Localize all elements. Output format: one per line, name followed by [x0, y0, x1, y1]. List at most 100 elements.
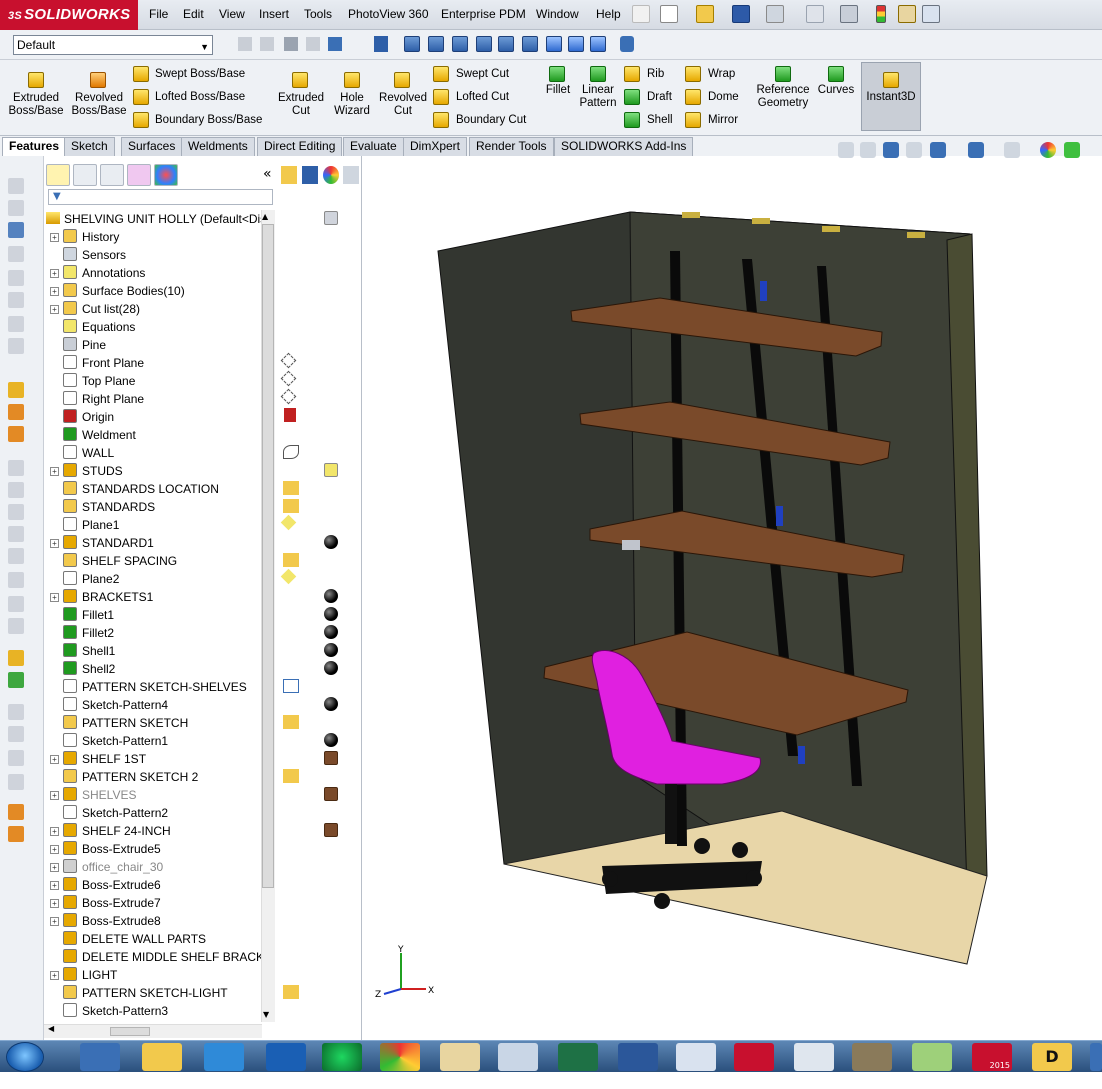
move-entities-icon[interactable]: [8, 572, 24, 588]
linear-pattern-button[interactable]: Linear Pattern: [578, 84, 618, 110]
axis-icon[interactable]: [328, 37, 342, 51]
expand-icon[interactable]: +: [50, 881, 59, 890]
tree-item[interactable]: Front Plane: [50, 354, 265, 372]
excel-icon[interactable]: [558, 1043, 598, 1071]
reference-geometry-button[interactable]: Reference Geometry: [752, 84, 814, 110]
menu-help[interactable]: Help: [596, 7, 621, 21]
swept-cut-button[interactable]: Swept Cut: [456, 68, 509, 81]
tree-item[interactable]: + Surface Bodies(10): [50, 282, 265, 300]
view-back-icon[interactable]: [428, 36, 444, 52]
tree-item[interactable]: + SHELF 24-INCH: [50, 822, 265, 840]
tab-sketch[interactable]: Sketch: [64, 137, 115, 156]
normal-to-icon[interactable]: [374, 36, 388, 52]
convert-entities-icon[interactable]: [8, 526, 24, 542]
expand-icon[interactable]: +: [50, 593, 59, 602]
rib-button[interactable]: Rib: [647, 68, 664, 81]
fillet1-appearance-marker[interactable]: [324, 607, 338, 621]
menu-tools[interactable]: Tools: [304, 7, 332, 21]
file-properties-icon[interactable]: [898, 5, 916, 23]
display-state-icon[interactable]: [302, 166, 318, 184]
display-pane-icon[interactable]: [238, 37, 252, 51]
shelf-1st-appearance-marker[interactable]: [324, 751, 338, 765]
tab-dimxpert[interactable]: DimXpert: [403, 137, 468, 156]
reference-icon[interactable]: [8, 726, 24, 742]
root-appearance-marker[interactable]: [324, 211, 338, 225]
appearance-column-icon[interactable]: [323, 166, 339, 184]
tree-item[interactable]: Sketch-Pattern4: [50, 696, 265, 714]
extruded-boss-button[interactable]: Extruded Boss/Base: [6, 92, 66, 118]
open-folder-icon[interactable]: [696, 5, 714, 23]
display-manager-tab-icon[interactable]: [154, 164, 178, 186]
fillet-button[interactable]: Fillet: [540, 84, 576, 97]
tree-item[interactable]: Sketch-Pattern2: [50, 804, 265, 822]
hole-wizard-button[interactable]: Hole Wizard: [328, 92, 376, 118]
wrap-button[interactable]: Wrap: [708, 68, 735, 81]
render-icon[interactable]: [8, 804, 24, 820]
print-icon[interactable]: [766, 5, 784, 23]
view-orientation-icon[interactable]: [8, 222, 24, 238]
expand-icon[interactable]: +: [50, 863, 59, 872]
grid-icon[interactable]: [306, 37, 320, 51]
tree-filter-input[interactable]: ▼: [48, 189, 273, 205]
menu-file[interactable]: File: [149, 7, 168, 21]
tree-item[interactable]: Equations: [50, 318, 265, 336]
extruded-cut-button[interactable]: Extruded Cut: [274, 92, 328, 118]
mirror-entities-icon[interactable]: [8, 504, 24, 520]
scene-icon[interactable]: [8, 826, 24, 842]
new-document-icon[interactable]: [660, 5, 678, 23]
expand-icon[interactable]: +: [50, 269, 59, 278]
paint-icon[interactable]: [440, 1043, 480, 1071]
section-view-icon[interactable]: [8, 426, 24, 442]
view-right-icon[interactable]: [476, 36, 492, 52]
tree-item[interactable]: Top Plane: [50, 372, 265, 390]
tree-hscroll-thumb[interactable]: [110, 1027, 150, 1036]
tree-item[interactable]: STANDARDS LOCATION: [50, 480, 265, 498]
sketch-pattern2-appearance-marker[interactable]: [324, 787, 338, 801]
select-arrow-icon[interactable]: [840, 5, 858, 23]
studs-appearance-marker[interactable]: [324, 463, 338, 477]
outlook-icon[interactable]: [266, 1043, 306, 1071]
repair-sketch-icon[interactable]: [8, 618, 24, 634]
pattern-icon[interactable]: [8, 548, 24, 564]
tree-item[interactable]: + STUDS: [50, 462, 265, 480]
menu-photoview[interactable]: PhotoView 360: [348, 7, 429, 21]
tree-horizontal-scrollbar[interactable]: [44, 1024, 262, 1038]
sketch-pattern4-appearance-marker[interactable]: [324, 697, 338, 711]
start-icon[interactable]: [6, 1042, 44, 1072]
hide-show-icon[interactable]: [8, 750, 24, 766]
file-explorer-icon[interactable]: [142, 1043, 182, 1071]
word-icon[interactable]: [618, 1043, 658, 1071]
feature-cut-icon[interactable]: [8, 672, 24, 688]
tree-item[interactable]: + LIGHT: [50, 966, 265, 984]
dimxpert-manager-tab-icon[interactable]: [127, 164, 151, 186]
undo-icon[interactable]: [806, 5, 824, 23]
standard1-appearance-marker[interactable]: [324, 535, 338, 549]
tree-item[interactable]: PATTERN SKETCH-SHELVES: [50, 678, 265, 696]
trim-icon[interactable]: [8, 460, 24, 476]
swept-boss-button[interactable]: Swept Boss/Base: [155, 68, 245, 81]
tab-evaluate[interactable]: Evaluate: [343, 137, 404, 156]
arc-icon[interactable]: [8, 316, 24, 332]
scene-column-icon[interactable]: [343, 166, 359, 184]
scroll-down-icon[interactable]: ▼: [263, 1010, 269, 1019]
appearance-icon[interactable]: [260, 37, 274, 51]
sketch-icon[interactable]: [8, 200, 24, 216]
tab-features[interactable]: Features: [2, 137, 67, 157]
line-icon[interactable]: [8, 246, 24, 262]
tree-item[interactable]: + BRACKETS1: [50, 588, 265, 606]
configuration-manager-tab-icon[interactable]: [100, 164, 124, 186]
smart-dimension-icon[interactable]: [8, 178, 24, 194]
fortinet-icon[interactable]: [734, 1043, 774, 1071]
folder-icon[interactable]: [498, 1043, 538, 1071]
tree-item[interactable]: + SHELVES: [50, 786, 265, 804]
expand-icon[interactable]: +: [50, 845, 59, 854]
rectangle-icon[interactable]: [8, 270, 24, 286]
expand-icon[interactable]: +: [50, 827, 59, 836]
tree-item[interactable]: Sensors: [50, 246, 265, 264]
tree-item[interactable]: + STANDARD1: [50, 534, 265, 552]
relations-icon[interactable]: [8, 596, 24, 612]
view-bottom-icon[interactable]: [522, 36, 538, 52]
tab-surfaces[interactable]: Surfaces: [121, 137, 183, 156]
tree-item[interactable]: Origin: [50, 408, 265, 426]
tree-item[interactable]: Right Plane: [50, 390, 265, 408]
